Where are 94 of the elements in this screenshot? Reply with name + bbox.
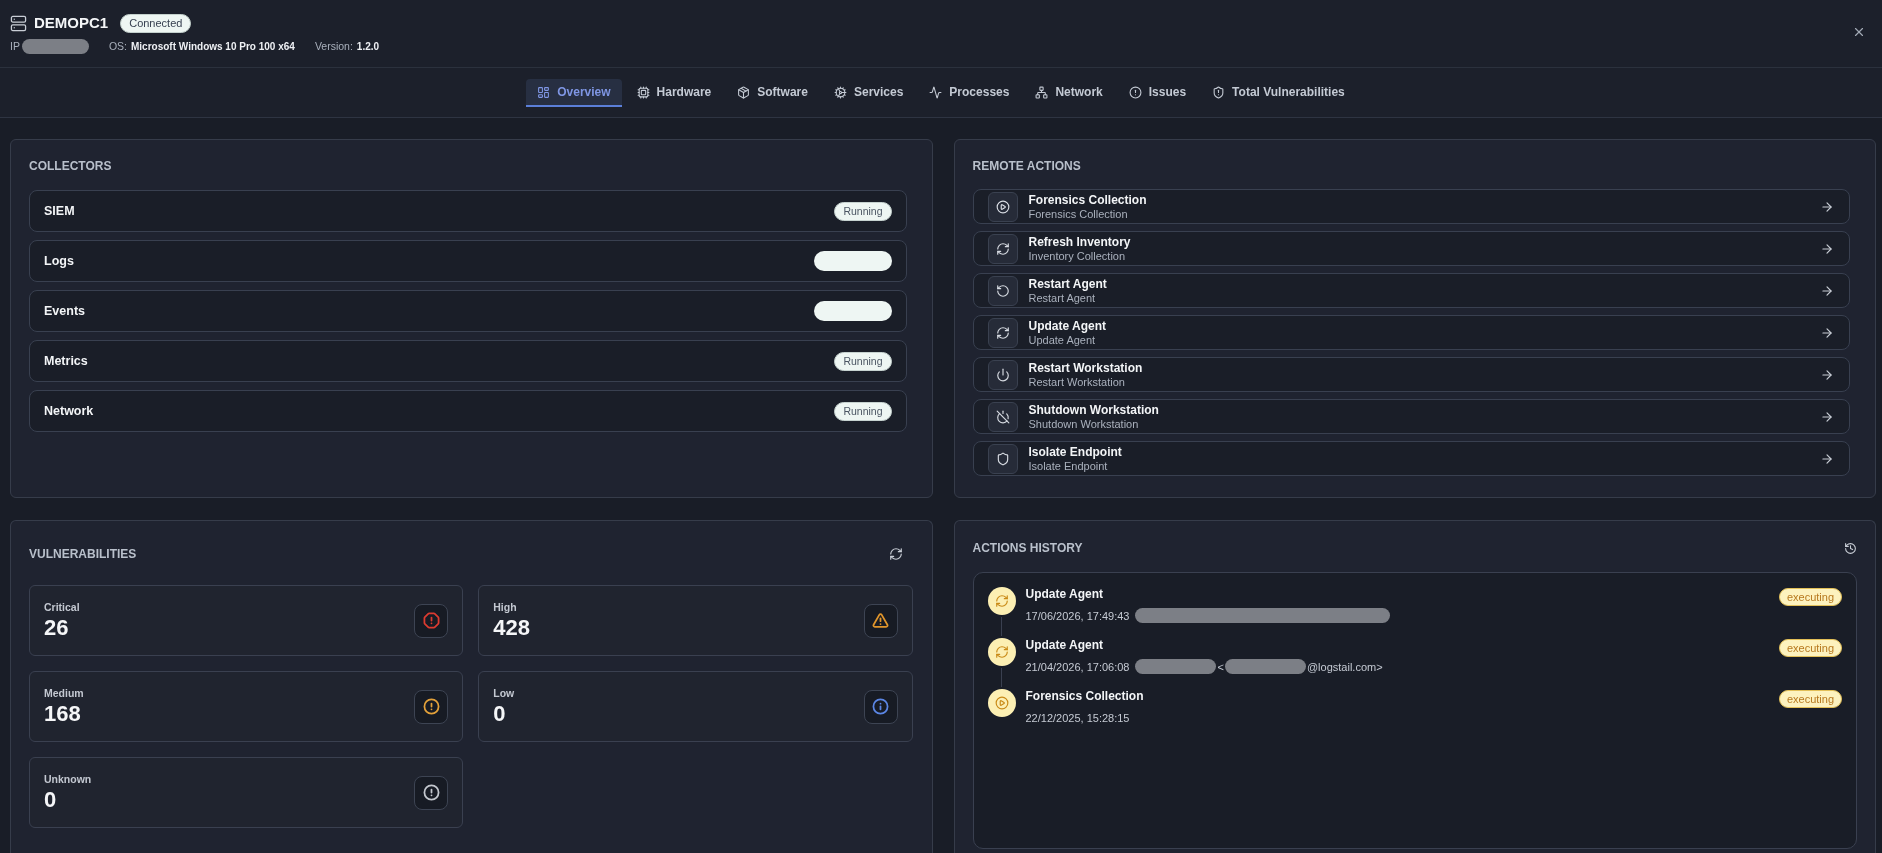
tab[interactable]: Issues — [1117, 79, 1198, 107]
history-title: Update Agent — [1025, 587, 1105, 602]
collector-name: Metrics — [44, 354, 88, 368]
action-subtitle: Shutdown Workstation — [1028, 417, 1140, 431]
timeline-connector — [1001, 617, 1002, 636]
history-time: 21/04/2026, 17:06:08 — [1025, 659, 1130, 674]
remote-action-row[interactable]: Restart Workstation Restart Workstation — [972, 357, 1850, 392]
action-title: Forensics Collection — [1028, 192, 1148, 208]
collector-name: Network — [44, 404, 94, 418]
tab[interactable]: Software — [726, 79, 819, 107]
email-text: < — [1217, 659, 1224, 674]
package-icon — [737, 85, 751, 99]
panel-title: COLLECTORS — [29, 159, 113, 173]
action-subtitle: Update Agent — [1028, 333, 1097, 347]
collector-name: SIEM — [44, 204, 75, 218]
panel-title: REMOTE ACTIONS — [972, 159, 1082, 173]
network-icon — [1035, 85, 1049, 99]
action-title: Restart Agent — [1028, 276, 1108, 292]
collector-name: Events — [44, 304, 85, 318]
severity-count: 0 — [493, 702, 507, 726]
cog-icon — [833, 85, 847, 99]
version-label: Version: — [314, 40, 353, 53]
octagon-alert-icon — [414, 603, 449, 638]
device-name: DEMOPC1 — [34, 14, 109, 32]
tab[interactable]: Total Vulnerabilities — [1201, 79, 1356, 107]
action-title: Isolate Endpoint — [1028, 444, 1123, 460]
severity-label: Medium — [44, 687, 84, 700]
shield-alert-icon — [1212, 85, 1226, 99]
timeline-connector — [1001, 668, 1002, 687]
status-badge: executing — [1778, 690, 1842, 708]
history-title: Forensics Collection — [1025, 689, 1145, 704]
action-subtitle: Forensics Collection — [1028, 207, 1129, 221]
panel-title: ACTIONS HISTORY — [972, 541, 1083, 555]
status-badge: Running — [834, 401, 892, 421]
status-badge: executing — [1778, 639, 1842, 657]
tab[interactable]: Hardware — [625, 79, 723, 107]
play-circle-icon — [987, 689, 1016, 717]
collector-name: Logs — [44, 254, 74, 268]
remote-action-row[interactable]: Refresh Inventory Inventory Collection — [972, 231, 1850, 266]
severity-label: Critical — [44, 601, 80, 614]
power-icon — [987, 359, 1018, 390]
refresh-icon — [987, 317, 1018, 348]
rotate-left-icon — [987, 275, 1018, 306]
os-value: Microsoft Windows 10 Pro 100 x64 — [131, 40, 295, 53]
history-time: 17/06/2026, 17:49:43 — [1025, 608, 1130, 623]
connection-badge: Connected — [120, 13, 192, 33]
action-title: Refresh Inventory — [1028, 234, 1132, 250]
close-icon[interactable] — [1852, 25, 1866, 39]
pulse-line-icon — [929, 85, 943, 99]
history-title: Update Agent — [1025, 638, 1105, 653]
action-title: Update Agent — [1028, 318, 1108, 334]
history-icon[interactable] — [1844, 541, 1857, 555]
remote-action-row[interactable]: Isolate Endpoint Isolate Endpoint — [972, 441, 1850, 476]
action-subtitle: Isolate Endpoint — [1028, 459, 1109, 473]
remote-action-row[interactable]: Update Agent Update Agent — [972, 315, 1850, 350]
action-title: Shutdown Workstation — [1028, 402, 1160, 418]
os-label: OS: — [108, 40, 127, 53]
status-badge: executing — [1778, 588, 1842, 606]
severity-label: Low — [493, 687, 515, 700]
ip-label: IP — [10, 40, 20, 53]
chip-icon — [636, 85, 650, 99]
action-subtitle: Restart Workstation — [1028, 375, 1126, 389]
action-subtitle: Restart Agent — [1028, 291, 1097, 305]
refresh-icon — [987, 233, 1018, 264]
panel-title: VULNERABILITIES — [29, 547, 137, 561]
power-off-icon — [987, 401, 1018, 432]
history-time: 22/12/2025, 15:28:15 — [1025, 710, 1130, 725]
severity-count: 168 — [44, 702, 82, 726]
refresh-icon — [987, 587, 1016, 615]
tab[interactable]: Services — [822, 79, 915, 107]
remote-action-row[interactable]: Forensics Collection Forensics Collection — [972, 189, 1850, 224]
shield-icon — [987, 443, 1018, 474]
severity-count: 0 — [44, 788, 58, 812]
severity-label: Unknown — [44, 773, 92, 786]
severity-label: High — [493, 601, 518, 614]
severity-count: 428 — [493, 616, 530, 640]
email-text: @logstail.com> — [1306, 659, 1383, 674]
status-badge: Running — [834, 201, 892, 221]
tab[interactable]: Network — [1024, 79, 1114, 107]
dashboard-icon — [537, 85, 551, 99]
alert-circle-icon — [1128, 85, 1142, 99]
refresh-icon[interactable] — [888, 547, 903, 561]
server-icon — [10, 14, 27, 32]
tab[interactable]: Overview — [526, 79, 622, 107]
remote-action-row[interactable]: Restart Agent Restart Agent — [972, 273, 1850, 308]
status-badge: Running — [834, 351, 892, 371]
info-icon — [863, 689, 898, 724]
version-value: 1.2.0 — [356, 40, 380, 53]
refresh-icon — [987, 638, 1016, 666]
remote-action-row[interactable]: Shutdown Workstation Shutdown Workstation — [972, 399, 1850, 434]
severity-count: 26 — [44, 616, 70, 640]
action-title: Restart Workstation — [1028, 360, 1144, 376]
tab[interactable]: Processes — [918, 79, 1021, 107]
action-subtitle: Inventory Collection — [1028, 249, 1127, 263]
